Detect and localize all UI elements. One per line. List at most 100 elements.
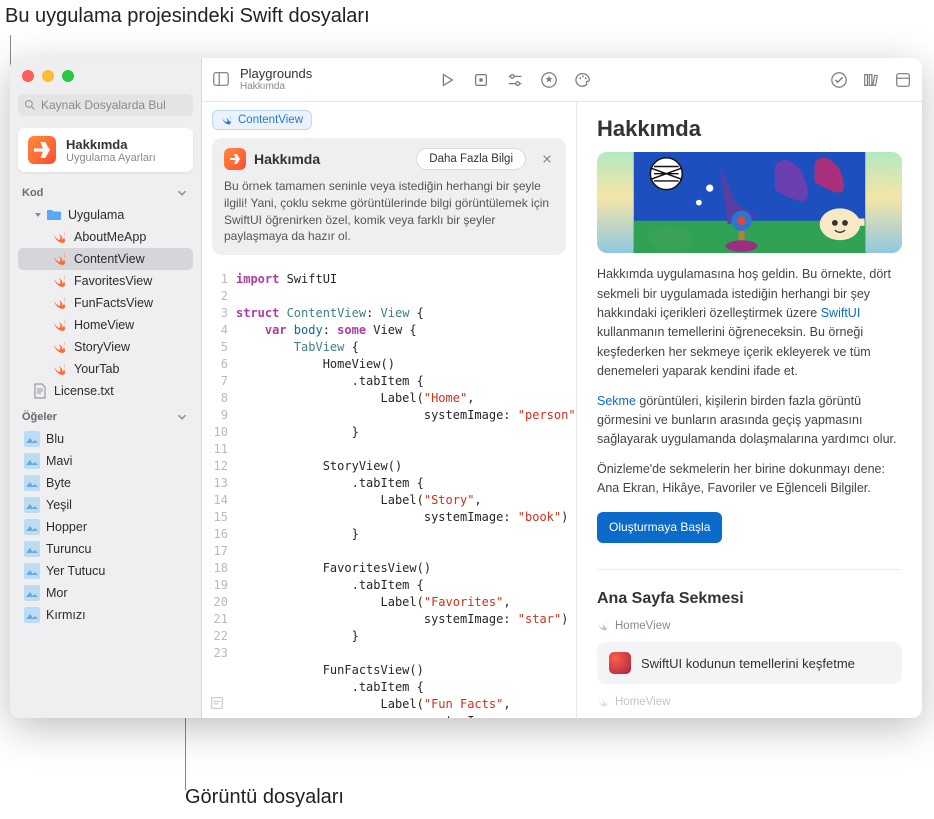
guide-p2: görüntüleri, kişilerin birden fazla görü… [597,394,896,447]
asset-label: Blu [46,432,64,446]
folder-uygulama[interactable]: Uygulama [18,204,193,226]
file-favoritesview[interactable]: FavoritesView [18,270,193,292]
app-icon [224,148,246,170]
guide-p3: Önizleme'de sekmelerin her birine dokunm… [597,460,902,499]
walkthrough-body: Bu örnek tamamen seninle veya istediğin … [224,178,554,245]
close-icon[interactable] [540,152,554,166]
hero-image [597,152,902,253]
asset-label: Hopper [46,520,87,534]
sidebar: Kaynak Dosyalarda Bul Hakkımda Uygulama … [10,58,202,718]
guide-body: Hakkımda uygulamasına hoş geldin. Bu örn… [597,265,902,543]
file-homeview[interactable]: HomeView [18,314,193,336]
swift-file-icon [52,273,68,289]
section-header-code[interactable]: Kod [10,180,201,202]
file-label: YourTab [74,362,119,376]
code-editor[interactable]: 1234567891011121314151617181920212223 im… [202,265,576,718]
main-area: Playgrounds Hakkımda [202,58,922,718]
file-label: License.txt [54,384,114,398]
swift-small-icon [597,620,609,632]
asset-byte[interactable]: Byte [18,472,193,494]
swift-file-icon [52,317,68,333]
minimize-window-button[interactable] [42,70,54,82]
crumb-contentview[interactable]: ContentView [212,110,312,130]
asset-label: Kırmızı [46,608,86,622]
start-building-button[interactable]: Oluşturmaya Başla [597,512,722,543]
file-license[interactable]: License.txt [18,380,193,402]
check-circle-icon[interactable] [830,71,848,89]
code-body[interactable]: import SwiftUI struct ContentView: View … [236,265,576,718]
close-window-button[interactable] [22,70,34,82]
lesson-icon [609,652,631,674]
image-icon [24,519,40,535]
more-info-button[interactable]: Daha Fazla Bilgi [416,148,526,170]
homeview-link-row-2[interactable]: HomeView [597,696,902,708]
section-assets-label: Öğeler [22,411,57,423]
asset-turuncu[interactable]: Turuncu [18,538,193,560]
homeview-link-label-2: HomeView [615,696,670,708]
asset-kirmizi[interactable]: Kırmızı [18,604,193,626]
format-icon[interactable] [210,696,224,710]
image-icon [24,497,40,513]
crumb-label: ContentView [238,114,303,126]
asset-blu[interactable]: Blu [18,428,193,450]
swift-file-icon [52,229,68,245]
star-circle-icon[interactable] [540,71,558,89]
app-settings-card[interactable]: Hakkımda Uygulama Ayarları [18,128,193,172]
guide-p1b: kullanmanın temellerini öğreneceksin. Bu… [597,325,871,378]
asset-label: Yeşil [46,498,72,512]
asset-tree: Blu Mavi Byte Yeşil Hopper Turuncu Yer T… [10,426,201,628]
image-icon [24,563,40,579]
file-yourtab[interactable]: YourTab [18,358,193,380]
homeview-link-row[interactable]: HomeView [597,620,902,632]
search-input[interactable]: Kaynak Dosyalarda Bul [18,94,193,116]
disclosure-open-icon [32,209,44,221]
zoom-window-button[interactable] [62,70,74,82]
playgrounds-window: Kaynak Dosyalarda Bul Hakkımda Uygulama … [10,58,922,718]
lesson-label: SwiftUI kodunun temellerini keşfetme [641,656,855,671]
file-storyview[interactable]: StoryView [18,336,193,358]
asset-mor[interactable]: Mor [18,582,193,604]
title-sub: Hakkımda [240,81,312,92]
asset-hopper[interactable]: Hopper [18,516,193,538]
swift-file-icon [52,251,68,267]
palette-icon[interactable] [574,71,592,89]
section-header-assets[interactable]: Öğeler [10,404,201,426]
asset-yertutucu[interactable]: Yer Tutucu [18,560,193,582]
asset-mavi[interactable]: Mavi [18,450,193,472]
stop-icon[interactable] [472,71,490,89]
file-tree: Uygulama AboutMeApp ContentView Favorite… [10,202,201,404]
window-title: Playgrounds Hakkımda [240,67,312,92]
section2-title: Ana Sayfa Sekmesi [597,590,902,608]
chevron-down-icon [175,410,189,424]
run-icon[interactable] [438,71,456,89]
asset-yesil[interactable]: Yeşil [18,494,193,516]
editor-pane: ContentView Hakkımda Daha Fazla Bilgi [202,102,577,718]
file-label: HomeView [74,318,134,332]
sliders-icon[interactable] [506,71,524,89]
link-swiftui[interactable]: SwiftUI [821,306,861,320]
image-icon [24,453,40,469]
folder-label: Uygulama [68,208,124,222]
image-icon [24,475,40,491]
toolbar-right [830,71,912,89]
link-sekme[interactable]: Sekme [597,394,636,408]
swift-icon [221,114,233,126]
image-icon [24,541,40,557]
toggle-sidebar-icon[interactable] [212,70,230,88]
file-contentview[interactable]: ContentView [18,248,193,270]
search-placeholder: Kaynak Dosyalarda Bul [41,98,166,112]
file-label: StoryView [74,340,130,354]
guide-section-2: Ana Sayfa Sekmesi HomeView SwiftUI kodun… [597,569,902,718]
library-icon[interactable] [862,71,880,89]
callout-image-files: Görüntü dosyaları [185,786,344,809]
asset-label: Mor [46,586,68,600]
asset-label: Yer Tutucu [46,564,105,578]
app-icon [28,136,56,164]
hero-illustration [597,152,902,253]
lesson-card[interactable]: SwiftUI kodunun temellerini keşfetme [597,642,902,684]
file-aboutmeapp[interactable]: AboutMeApp [18,226,193,248]
file-funfactsview[interactable]: FunFactsView [18,292,193,314]
swift-file-icon [52,361,68,377]
app-title: Hakkımda [66,137,156,152]
preview-pane-icon[interactable] [894,71,912,89]
